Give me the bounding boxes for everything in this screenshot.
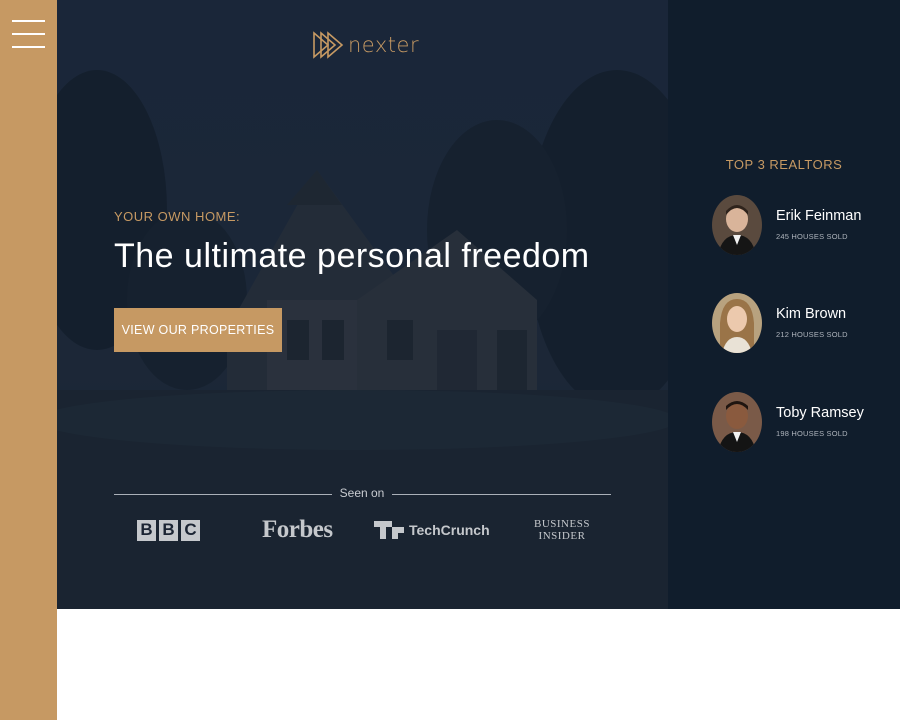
avatar bbox=[712, 195, 762, 255]
avatar bbox=[712, 293, 762, 353]
seen-on-divider: Seen on bbox=[114, 486, 611, 502]
realtor-card[interactable]: Erik Feinman 245 HOUSES SOLD bbox=[712, 195, 892, 257]
avatar bbox=[712, 392, 762, 452]
realtors-panel: TOP 3 REALTORS Erik Feinman 245 HOUSES S… bbox=[668, 0, 900, 609]
realtor-card[interactable]: Toby Ramsey 198 HOUSES SOLD bbox=[712, 392, 892, 454]
hero-section: nexter YOUR OWN HOME: The ultimate perso… bbox=[57, 0, 668, 609]
brand-logo[interactable]: nexter bbox=[312, 31, 419, 59]
view-properties-button[interactable]: VIEW OUR PROPERTIES bbox=[114, 308, 282, 352]
realtor-houses-sold: 198 HOUSES SOLD bbox=[776, 429, 848, 438]
realtor-name: Toby Ramsey bbox=[776, 405, 864, 421]
techcrunch-logo: TechCrunch bbox=[374, 513, 490, 547]
content-area bbox=[57, 609, 900, 720]
bbc-logo: B B C bbox=[137, 513, 203, 547]
realtors-title: TOP 3 REALTORS bbox=[725, 157, 843, 172]
techcrunch-mark-icon bbox=[374, 521, 404, 539]
divider-line-right bbox=[392, 494, 611, 495]
realtor-card[interactable]: Kim Brown 212 HOUSES SOLD bbox=[712, 293, 892, 355]
forbes-logo: Forbes bbox=[262, 516, 333, 543]
hamburger-menu-icon[interactable] bbox=[12, 18, 46, 50]
realtor-name: Erik Feinman bbox=[776, 208, 862, 224]
realtor-houses-sold: 212 HOUSES SOLD bbox=[776, 330, 848, 339]
sidebar bbox=[0, 0, 57, 720]
seen-on-label: Seen on bbox=[339, 486, 385, 500]
hero-headline: The ultimate personal freedom bbox=[114, 237, 590, 275]
nexter-logo-icon bbox=[313, 31, 344, 59]
brand-name: nexter bbox=[348, 33, 420, 57]
realtor-houses-sold: 245 HOUSES SOLD bbox=[776, 232, 848, 241]
hero-pre-title: YOUR OWN HOME: bbox=[114, 209, 241, 224]
realtor-name: Kim Brown bbox=[776, 306, 847, 322]
business-insider-logo: BUSINESS INSIDER bbox=[534, 518, 590, 542]
divider-line-left bbox=[114, 494, 332, 495]
